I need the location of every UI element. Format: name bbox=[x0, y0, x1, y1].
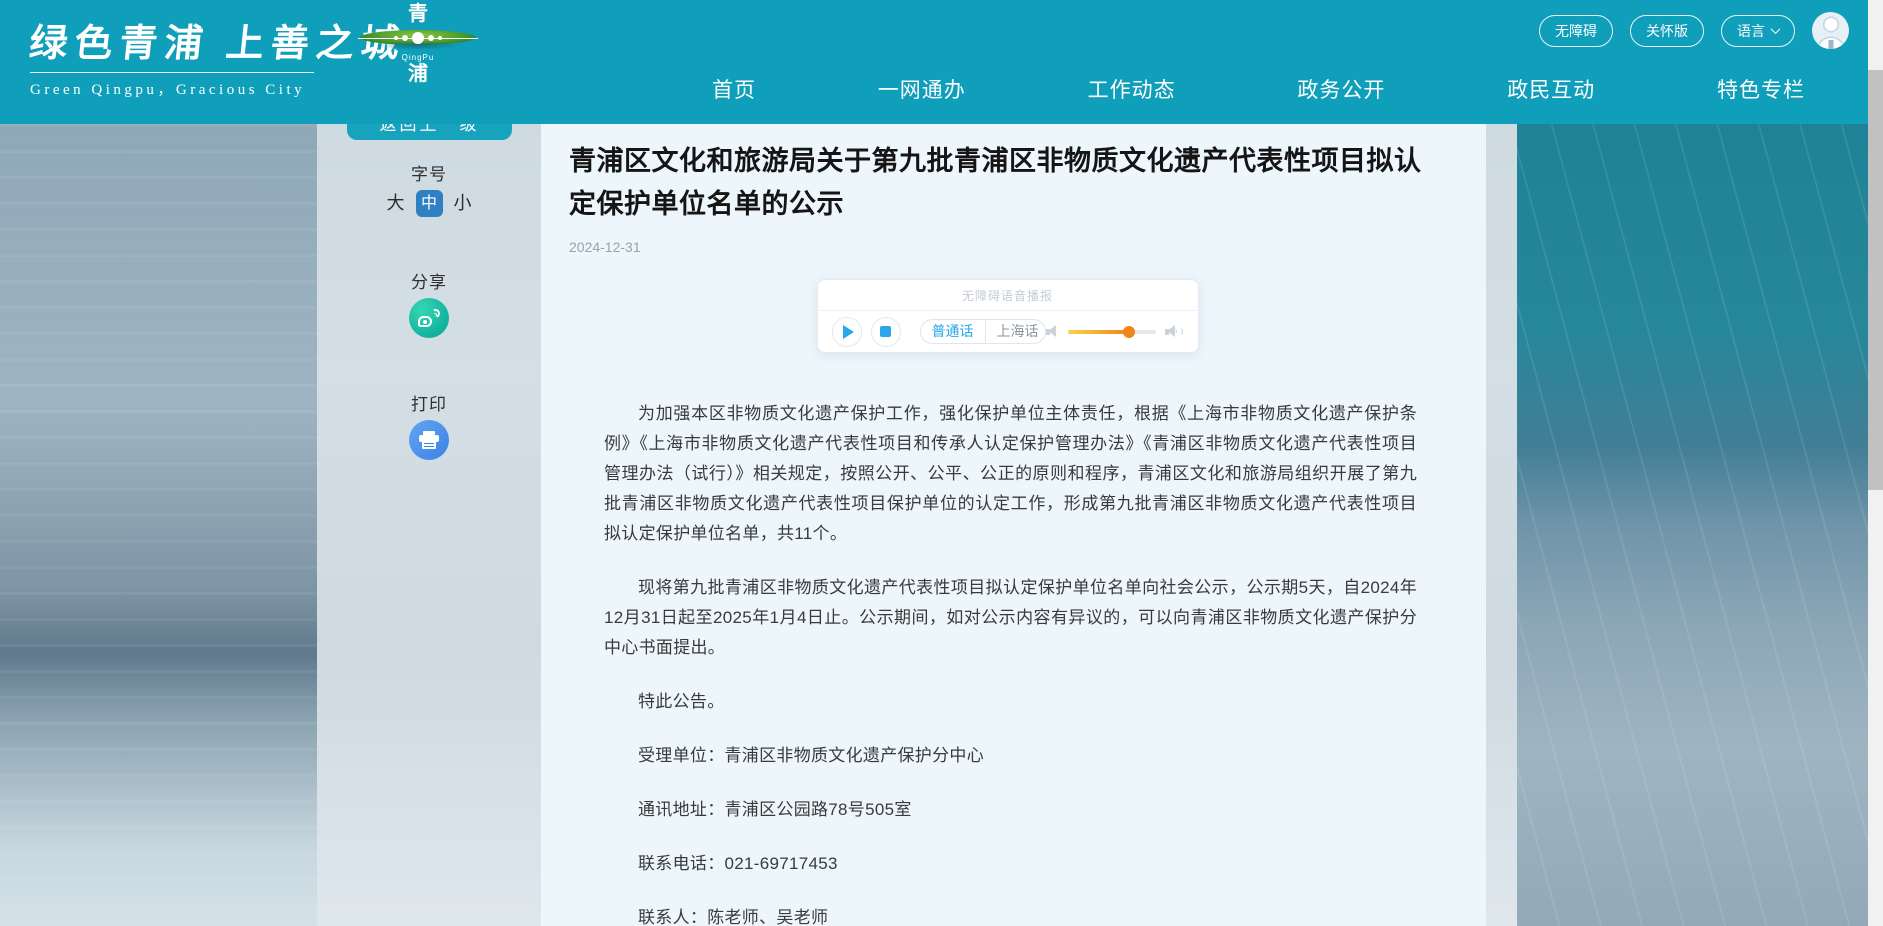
nav-item-home[interactable]: 首页 bbox=[712, 74, 756, 104]
voice-language-toggle: 普通话 上海话 bbox=[920, 319, 1046, 344]
font-size-label: 字号 bbox=[317, 160, 541, 185]
article-card: 青浦区文化和旅游局关于第九批青浦区非物质文化遗产代表性项目拟认定保护单位名单的公… bbox=[541, 124, 1486, 926]
weibo-share-button[interactable] bbox=[409, 298, 449, 338]
article-paragraph: 受理单位：青浦区非物质文化遗产保护分中心 bbox=[604, 741, 1417, 771]
stop-button[interactable] bbox=[871, 317, 901, 347]
nav-item-work-news[interactable]: 工作动态 bbox=[1088, 74, 1176, 104]
lang-mandarin-option[interactable]: 普通话 bbox=[921, 320, 986, 343]
main-navigation: 首页 一网通办 工作动态 政务公开 政民互动 特色专栏 bbox=[712, 62, 1805, 116]
article-title: 青浦区文化和旅游局关于第九批青浦区非物质文化遗产代表性项目拟认定保护单位名单的公… bbox=[569, 140, 1446, 226]
language-button[interactable]: 语言 bbox=[1721, 15, 1795, 47]
brand-slogan-en: Green Qingpu，Gracious City bbox=[30, 78, 407, 99]
article-paragraph: 现将第九批青浦区非物质文化遗产代表性项目拟认定保护单位名单向社会公示，公示期5天… bbox=[604, 573, 1417, 663]
volume-control bbox=[1046, 324, 1184, 339]
nav-item-special-columns[interactable]: 特色专栏 bbox=[1717, 74, 1805, 104]
background-photo-left bbox=[0, 124, 317, 926]
audio-player-title: 无障碍语音播报 bbox=[818, 280, 1198, 311]
article-paragraph: 特此公告。 bbox=[604, 687, 1417, 717]
background-photo-right bbox=[1517, 124, 1868, 926]
print-label: 打印 bbox=[317, 390, 541, 415]
logo-char-bottom: 浦 bbox=[352, 62, 484, 86]
print-button[interactable] bbox=[409, 420, 449, 460]
chevron-down-icon bbox=[1771, 24, 1781, 34]
island-logo-icon bbox=[358, 28, 478, 52]
qingpu-logo-mark: 青 QingPu 浦 bbox=[352, 2, 484, 86]
brand-divider bbox=[30, 72, 314, 73]
weibo-icon bbox=[418, 309, 440, 327]
play-button[interactable] bbox=[832, 317, 862, 347]
site-header: 绿色青浦 上善之城 Green Qingpu，Gracious City 青 Q… bbox=[0, 0, 1868, 124]
brand-logo: 绿色青浦 上善之城 Green Qingpu，Gracious City bbox=[30, 12, 407, 99]
font-size-large-button[interactable]: 大 bbox=[387, 190, 405, 217]
volume-low-icon bbox=[1046, 324, 1059, 339]
audio-player: 无障碍语音播报 普通话 上海话 bbox=[817, 279, 1199, 353]
article-paragraph: 联系电话：021-69717453 bbox=[604, 849, 1417, 879]
printer-icon bbox=[419, 431, 439, 449]
nav-item-one-stop-services[interactable]: 一网通办 bbox=[878, 74, 966, 104]
logo-char-top: 青 bbox=[352, 2, 484, 26]
nav-item-government-info[interactable]: 政务公开 bbox=[1297, 74, 1385, 104]
lang-shanghainese-option[interactable]: 上海话 bbox=[986, 320, 1046, 343]
volume-fill bbox=[1068, 330, 1130, 334]
volume-high-icon bbox=[1165, 324, 1184, 339]
scrollbar-thumb[interactable] bbox=[1868, 70, 1883, 490]
accessibility-button[interactable]: 无障碍 bbox=[1539, 15, 1613, 47]
header-quick-links: 无障碍 关怀版 语言 bbox=[1539, 12, 1849, 49]
article-paragraph: 为加强本区非物质文化遗产保护工作，强化保护单位主体责任，根据《上海市非物质文化遗… bbox=[604, 399, 1417, 549]
article-paragraph: 联系人：陈老师、吴老师 bbox=[604, 903, 1417, 926]
play-icon bbox=[843, 325, 854, 339]
article-paragraph: 通讯地址：青浦区公园路78号505室 bbox=[604, 795, 1417, 825]
font-size-small-button[interactable]: 小 bbox=[454, 190, 472, 217]
logo-subtext: QingPu bbox=[352, 53, 484, 62]
nav-item-public-interaction[interactable]: 政民互动 bbox=[1507, 74, 1595, 104]
user-avatar[interactable] bbox=[1812, 12, 1849, 49]
stop-icon bbox=[880, 326, 891, 337]
article-date: 2024-12-31 bbox=[569, 239, 1446, 255]
care-version-button[interactable]: 关怀版 bbox=[1630, 15, 1704, 47]
audio-player-controls: 普通话 上海话 bbox=[818, 311, 1198, 352]
volume-slider[interactable] bbox=[1068, 330, 1156, 334]
font-size-options: 大 中 小 bbox=[317, 190, 541, 217]
volume-knob[interactable] bbox=[1123, 326, 1135, 338]
share-label: 分享 bbox=[317, 268, 541, 293]
article-body: 为加强本区非物质文化遗产保护工作，强化保护单位主体责任，根据《上海市非物质文化遗… bbox=[604, 399, 1417, 926]
scrollbar[interactable] bbox=[1868, 0, 1883, 926]
font-size-medium-button[interactable]: 中 bbox=[416, 190, 443, 217]
